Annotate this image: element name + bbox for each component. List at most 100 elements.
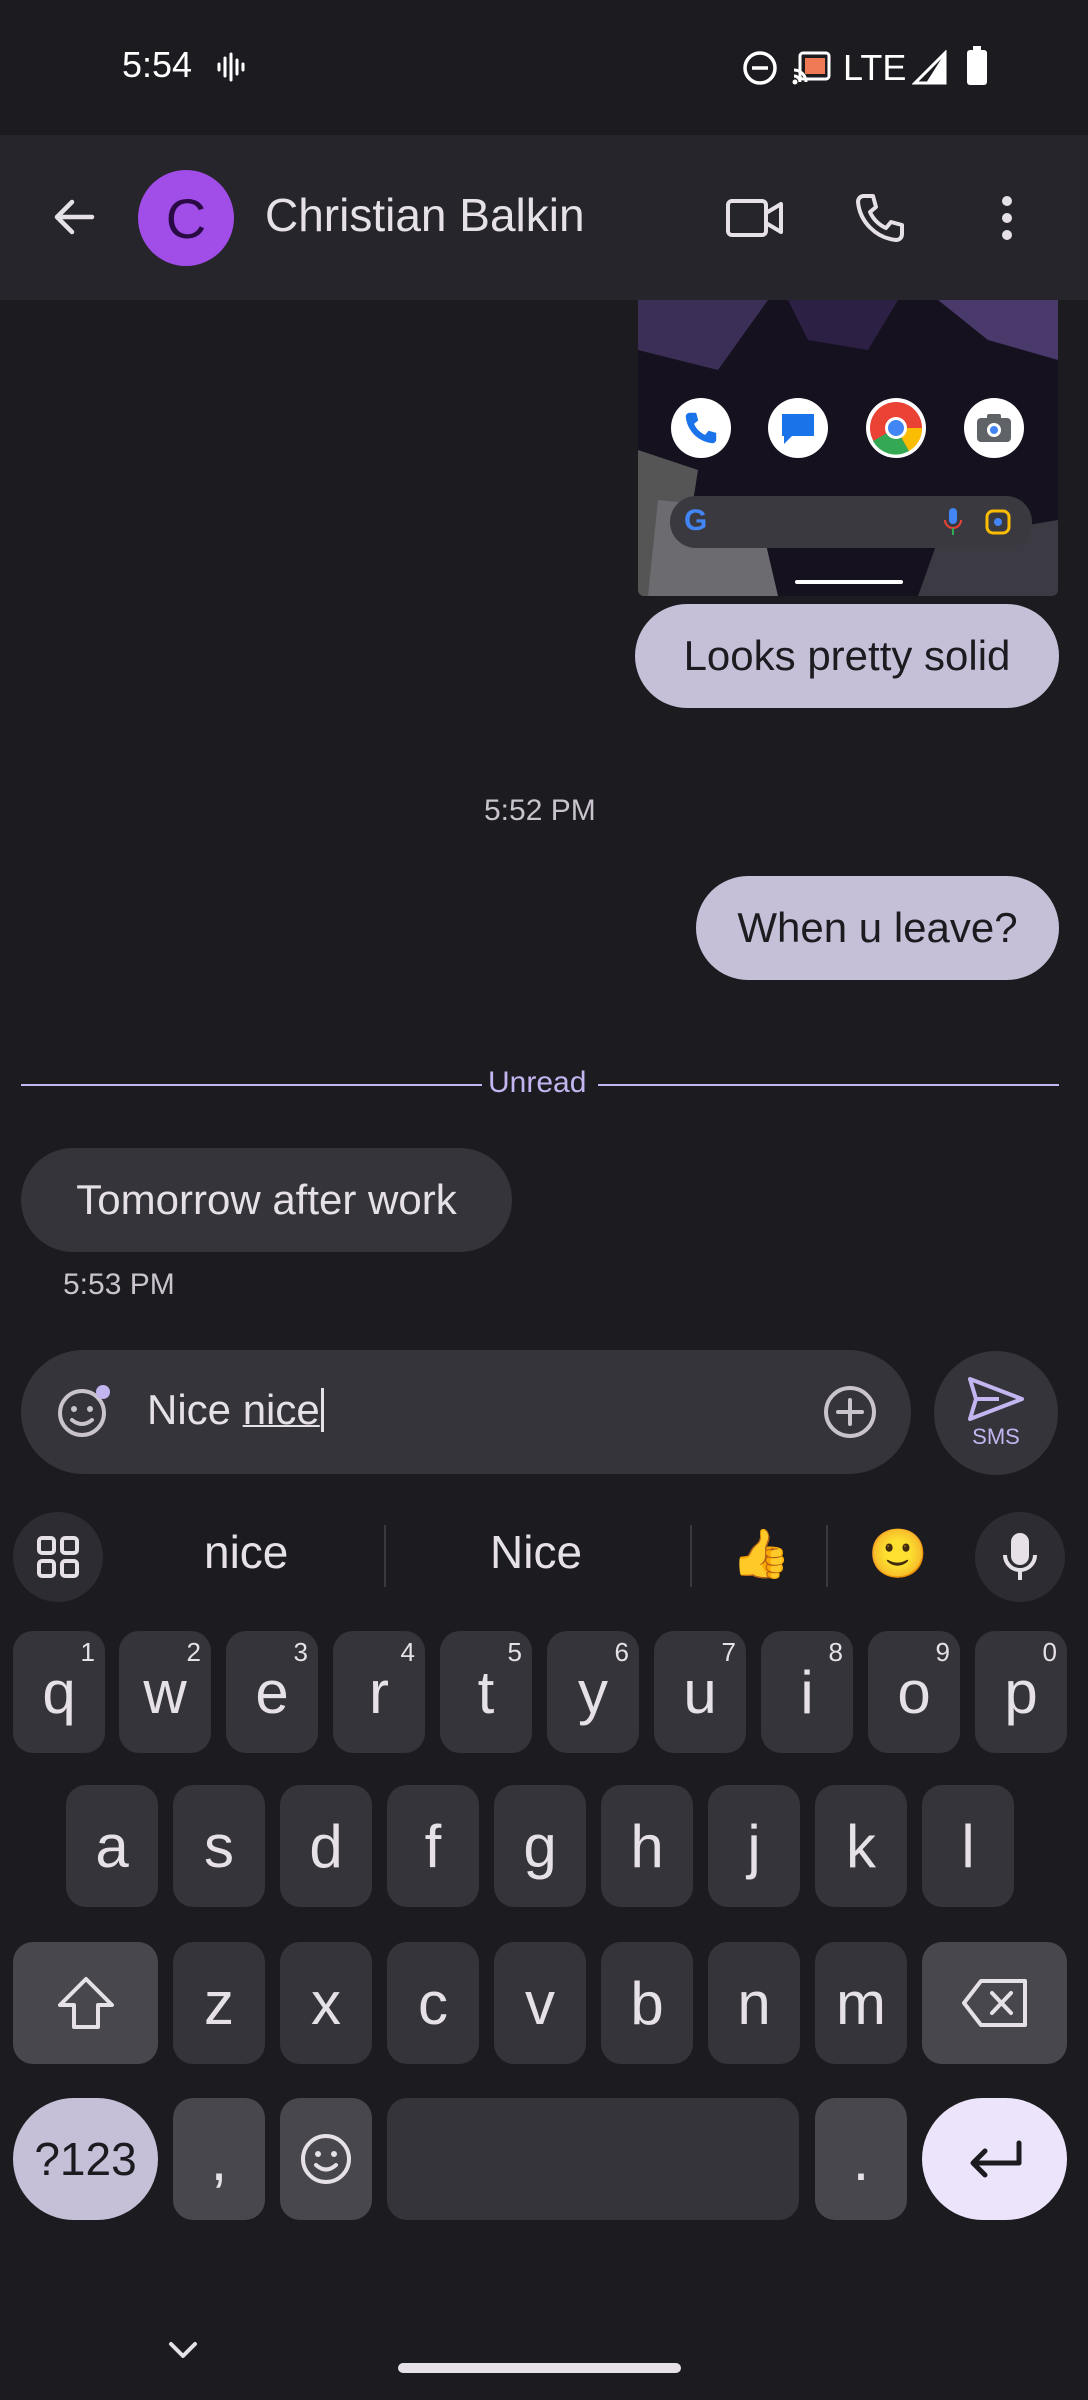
suggestion-thumbs-up[interactable]: 👍 xyxy=(731,1525,791,1582)
more-options-icon xyxy=(1002,196,1012,240)
key-k[interactable]: k xyxy=(815,1785,907,1907)
signal-icon xyxy=(912,50,947,85)
emoji-key[interactable] xyxy=(280,2098,372,2220)
unread-divider-left xyxy=(21,1084,482,1086)
comma-key[interactable]: , xyxy=(173,2098,265,2220)
key-label: w xyxy=(143,1658,187,1726)
key-h[interactable]: h xyxy=(601,1785,693,1907)
space-key[interactable] xyxy=(387,2098,799,2220)
key-r[interactable]: r4 xyxy=(333,1631,425,1753)
key-t[interactable]: t5 xyxy=(440,1631,532,1753)
gesture-navigation-handle[interactable] xyxy=(398,2363,681,2373)
chrome-app-icon xyxy=(866,398,926,458)
key-d[interactable]: d xyxy=(280,1785,372,1907)
compose-text-plain: Nice xyxy=(147,1386,243,1433)
phone-call-button[interactable] xyxy=(845,183,915,253)
key-label: p xyxy=(1004,1658,1038,1726)
key-f[interactable]: f xyxy=(387,1785,479,1907)
outgoing-message[interactable]: When u leave? xyxy=(696,876,1059,980)
more-options-button[interactable] xyxy=(972,183,1042,253)
key-hint: 7 xyxy=(721,1637,736,1667)
key-a[interactable]: a xyxy=(66,1785,158,1907)
key-e[interactable]: e3 xyxy=(226,1631,318,1753)
avatar-letter: C xyxy=(165,186,207,250)
symbols-key[interactable]: ?123 xyxy=(13,2098,158,2220)
key-n[interactable]: n xyxy=(708,1942,800,2064)
key-hint: 9 xyxy=(935,1637,950,1667)
key-x[interactable]: x xyxy=(280,1942,372,2064)
key-v[interactable]: v xyxy=(494,1942,586,2064)
message-list[interactable]: G Looks pretty solid 5:52 PM When u leav… xyxy=(0,300,1088,1340)
suggestion-smile[interactable]: 🙂 xyxy=(868,1525,928,1582)
shift-icon xyxy=(57,1977,114,2029)
keyboard-menu-button[interactable] xyxy=(13,1512,103,1602)
video-call-button[interactable] xyxy=(720,183,790,253)
key-label: e xyxy=(255,1658,289,1726)
key-hint: 6 xyxy=(614,1637,629,1667)
on-screen-keyboard: nice Nice 👍 🙂 q1 w2 e3 r4 t5 y6 u7 i8 o9… xyxy=(0,1495,1088,2400)
suggestion-1[interactable]: nice xyxy=(204,1525,288,1579)
shift-key[interactable] xyxy=(13,1942,158,2064)
key-z[interactable]: z xyxy=(173,1942,265,2064)
key-hint: 8 xyxy=(828,1637,843,1667)
period-key[interactable]: . xyxy=(815,2098,907,2220)
message-timestamp: 5:52 PM xyxy=(484,794,596,827)
image-attachment[interactable]: G xyxy=(638,300,1058,596)
key-q[interactable]: q1 xyxy=(13,1631,105,1753)
key-p[interactable]: p0 xyxy=(975,1631,1067,1753)
key-label: y xyxy=(578,1658,608,1726)
outgoing-message[interactable]: Looks pretty solid xyxy=(635,604,1059,708)
key-b[interactable]: b xyxy=(601,1942,693,2064)
key-u[interactable]: u7 xyxy=(654,1631,746,1753)
microphone-icon xyxy=(1003,1533,1037,1580)
key-s[interactable]: s xyxy=(173,1785,265,1907)
key-hint: 5 xyxy=(507,1637,522,1667)
enter-key[interactable] xyxy=(922,2098,1067,2220)
send-sms-button[interactable]: SMS xyxy=(934,1351,1058,1475)
cast-icon xyxy=(792,51,831,85)
suggestion-2[interactable]: Nice xyxy=(490,1525,582,1579)
video-call-icon xyxy=(726,199,783,237)
emoji-picker-icon[interactable] xyxy=(56,1384,112,1440)
google-search-widget: G xyxy=(670,496,1032,548)
google-g-icon: G xyxy=(684,504,708,537)
suggestion-divider xyxy=(826,1525,828,1587)
key-hint: 3 xyxy=(293,1637,308,1667)
key-hint: 2 xyxy=(186,1637,201,1667)
send-icon xyxy=(968,1377,1024,1421)
key-hint: 1 xyxy=(80,1637,95,1667)
key-i[interactable]: i8 xyxy=(761,1631,853,1753)
hide-keyboard-icon[interactable] xyxy=(163,2330,203,2370)
key-y[interactable]: y6 xyxy=(547,1631,639,1753)
key-c[interactable]: c xyxy=(387,1942,479,2064)
mic-icon xyxy=(944,508,962,535)
add-attachment-icon[interactable] xyxy=(822,1384,878,1440)
key-g[interactable]: g xyxy=(494,1785,586,1907)
key-o[interactable]: o9 xyxy=(868,1631,960,1753)
message-text: Tomorrow after work xyxy=(76,1176,457,1223)
voice-input-button[interactable] xyxy=(975,1512,1065,1602)
key-hint: 0 xyxy=(1042,1637,1057,1667)
phone-call-icon xyxy=(856,194,904,242)
message-compose-field[interactable]: Nice nice xyxy=(21,1350,911,1474)
compose-text[interactable]: Nice nice xyxy=(147,1386,324,1434)
unread-divider-right xyxy=(598,1084,1059,1086)
key-l[interactable]: l xyxy=(922,1785,1014,1907)
send-button-label: SMS xyxy=(972,1424,1020,1449)
message-timestamp: 5:53 PM xyxy=(63,1268,175,1301)
incoming-message[interactable]: Tomorrow after work xyxy=(21,1148,512,1252)
backspace-icon xyxy=(961,1979,1027,2027)
avatar[interactable]: C xyxy=(138,170,234,266)
backspace-key[interactable] xyxy=(922,1942,1067,2064)
key-m[interactable]: m xyxy=(815,1942,907,2064)
key-j[interactable]: j xyxy=(708,1785,800,1907)
key-label: u xyxy=(683,1658,717,1726)
key-w[interactable]: w2 xyxy=(119,1631,211,1753)
status-time: 5:54 xyxy=(122,44,193,85)
unread-divider-label: Unread xyxy=(488,1066,587,1099)
phone-app-icon xyxy=(671,398,731,458)
voicemail-waveform-icon xyxy=(217,52,245,82)
contact-name[interactable]: Christian Balkin xyxy=(265,188,585,242)
back-button[interactable] xyxy=(44,187,104,247)
key-label: o xyxy=(897,1658,931,1726)
